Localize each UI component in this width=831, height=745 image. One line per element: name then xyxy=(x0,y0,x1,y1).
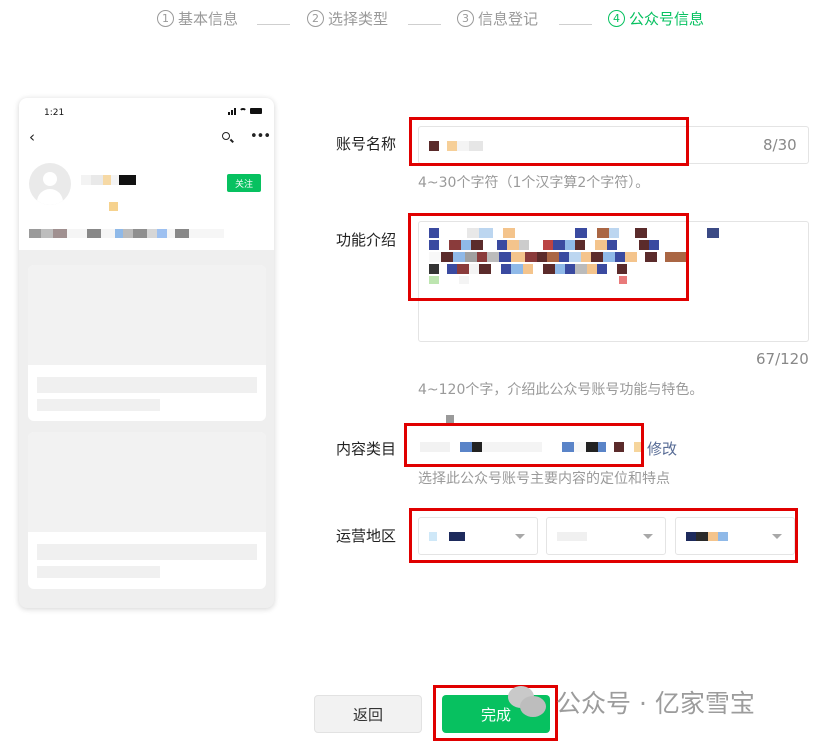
search-icon xyxy=(222,132,230,140)
step-label: 基本信息 xyxy=(178,9,239,28)
intro-counter: 67/120 xyxy=(756,350,809,368)
more-icon: ••• xyxy=(250,129,271,144)
chevron-down-icon xyxy=(772,534,782,539)
account-name-hint: 4~30个字符（1个汉字算2个字符）。 xyxy=(418,175,650,191)
intro-label: 功能介绍 xyxy=(336,231,397,249)
avatar-icon xyxy=(29,163,71,205)
intro-textarea[interactable] xyxy=(418,221,809,342)
blurred-category-value xyxy=(420,442,645,452)
status-icons xyxy=(228,107,262,115)
step-select-type: 2 选择类型 xyxy=(307,6,388,30)
step-number: 2 xyxy=(307,9,324,27)
step-label: 公众号信息 xyxy=(629,9,705,28)
blurred-input-value xyxy=(429,141,499,151)
signal-icon xyxy=(228,107,236,115)
wechat-logo-icon xyxy=(508,686,548,718)
step-account-info: 4 公众号信息 xyxy=(608,6,704,30)
category-label: 内容类目 xyxy=(336,440,397,458)
wifi-icon xyxy=(239,108,247,114)
account-name-counter: 8/30 xyxy=(763,136,797,154)
region-city-select[interactable] xyxy=(675,517,795,555)
blurred-input-value xyxy=(429,228,804,238)
watermark: 公众号 · 亿家雪宝 xyxy=(508,684,755,720)
article-image-placeholder xyxy=(28,265,266,365)
phone-preview: 1:21 ‹ ••• 关注 xyxy=(19,98,274,608)
preview-article-card xyxy=(28,432,266,589)
step-label: 选择类型 xyxy=(328,9,389,28)
article-title-placeholder xyxy=(37,377,257,393)
blurred-description xyxy=(29,229,244,238)
article-title-placeholder xyxy=(37,544,257,560)
blurred-input-value xyxy=(429,252,809,262)
article-subtitle-placeholder xyxy=(37,566,160,578)
blurred-select-value xyxy=(429,532,469,541)
preview-article-card xyxy=(28,265,266,421)
chevron-down-icon xyxy=(515,534,525,539)
step-indicator: 1 基本信息 2 选择类型 3 信息登记 4 公众号信息 xyxy=(0,6,831,32)
account-name-input[interactable] xyxy=(418,126,809,164)
step-number: 1 xyxy=(157,9,174,27)
status-time: 1:21 xyxy=(44,108,65,118)
step-connector xyxy=(257,24,290,25)
blurred-select-value xyxy=(686,532,728,541)
preview-header: 1:21 ‹ ••• 关注 xyxy=(19,98,274,250)
blurred-input-value xyxy=(429,264,809,274)
blurred-detail xyxy=(109,202,118,211)
intro-hint: 4~120个字，介绍此公众号账号功能与特色。 xyxy=(418,382,704,398)
step-connector xyxy=(559,24,592,25)
step-label: 信息登记 xyxy=(478,9,539,28)
follow-button: 关注 xyxy=(227,174,261,192)
step-basic-info: 1 基本信息 xyxy=(157,6,238,30)
account-name-label: 账号名称 xyxy=(336,135,397,153)
watermark-text: 公众号 · 亿家雪宝 xyxy=(556,689,755,718)
battery-icon xyxy=(250,108,262,114)
back-icon: ‹ xyxy=(29,128,35,146)
article-image-placeholder xyxy=(28,432,266,532)
step-number: 4 xyxy=(608,9,625,27)
step-number: 3 xyxy=(457,9,474,27)
edit-category-link[interactable]: 修改 xyxy=(647,438,677,459)
region-province-select[interactable] xyxy=(546,517,666,555)
blurred-input-value xyxy=(429,240,804,250)
back-button[interactable]: 返回 xyxy=(314,695,422,733)
blurred-select-value xyxy=(557,532,587,541)
category-hint: 选择此公众号账号主要内容的定位和特点 xyxy=(418,471,670,487)
region-country-select[interactable] xyxy=(418,517,538,555)
chevron-down-icon xyxy=(643,534,653,539)
step-info-register: 3 信息登记 xyxy=(457,6,538,30)
region-label: 运营地区 xyxy=(336,527,397,545)
blurred-input-value xyxy=(429,276,679,284)
blurred-account-name xyxy=(81,175,136,185)
step-connector xyxy=(408,24,441,25)
blurred-detail xyxy=(446,415,454,423)
article-subtitle-placeholder xyxy=(37,399,160,411)
